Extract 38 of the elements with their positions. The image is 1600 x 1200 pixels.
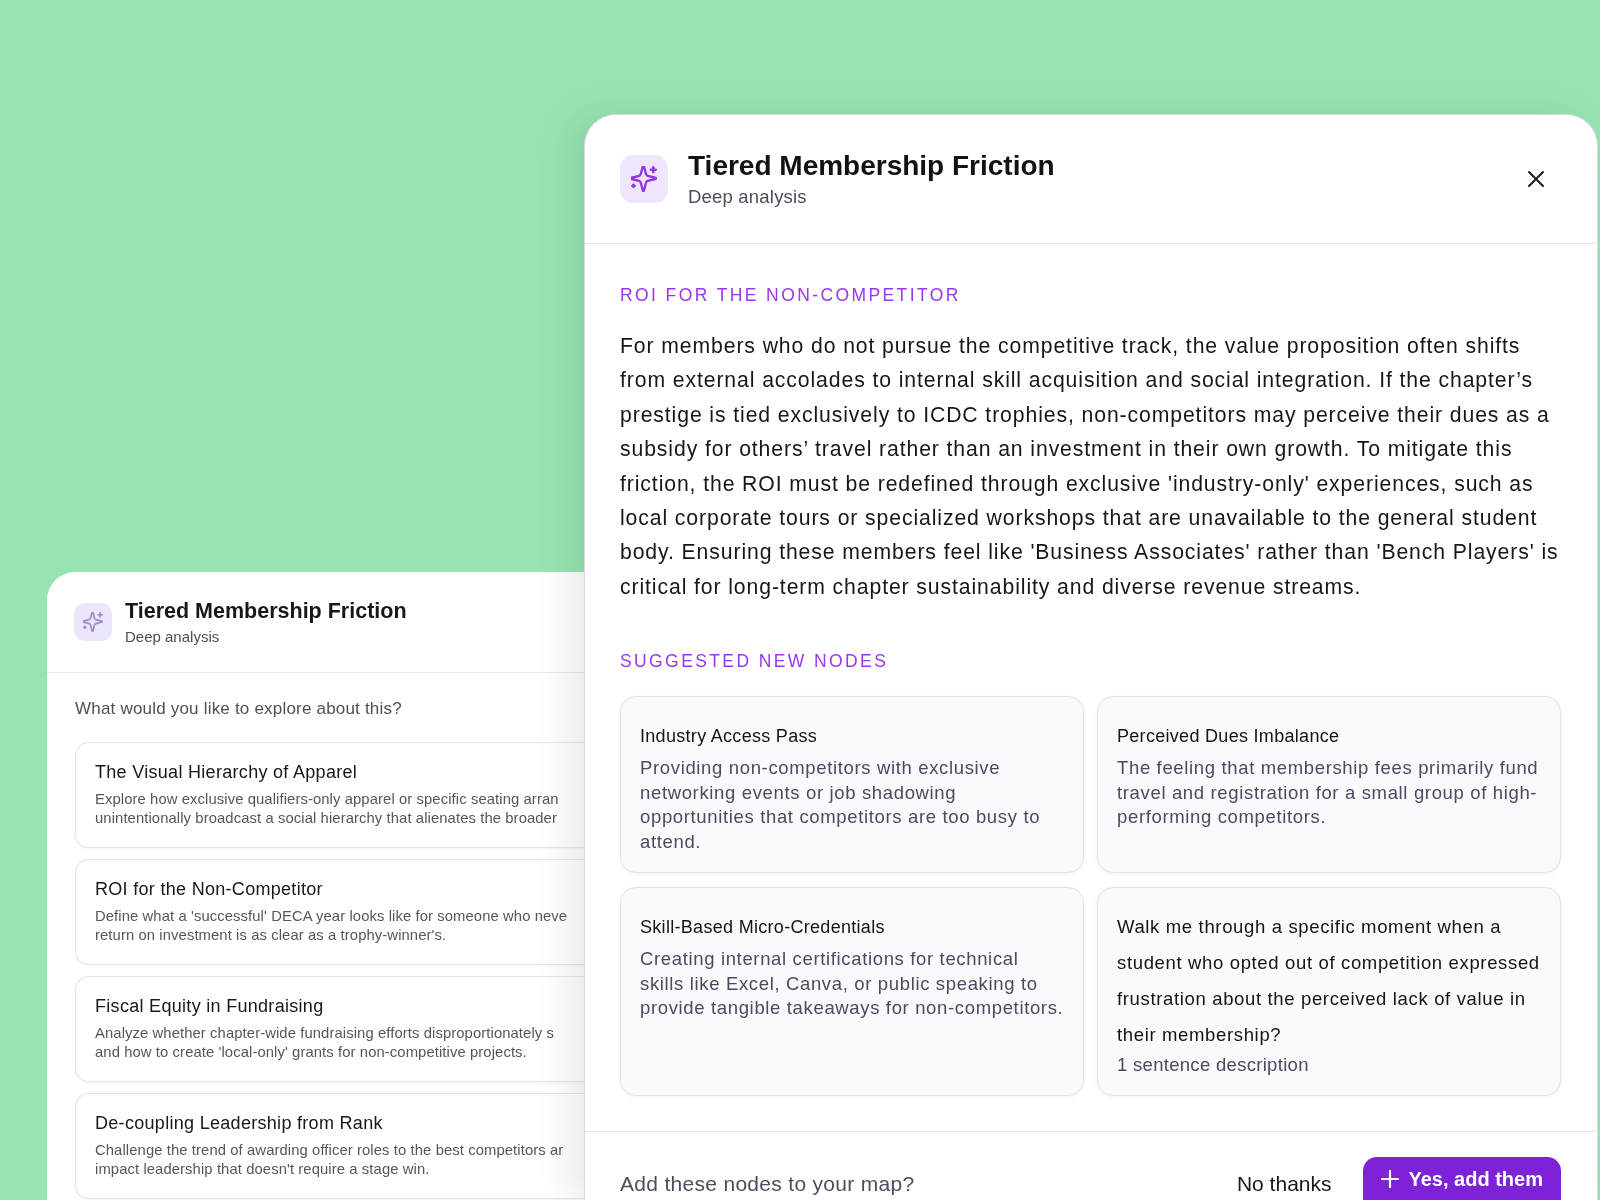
section-heading: ROI FOR THE NON-COMPETITOR (620, 284, 962, 306)
dialog-subtitle: Deep analysis (688, 185, 808, 209)
option-title: The Visual Hierarchy of Apparel (95, 761, 359, 784)
option-title: ROI for the Non-Competitor (95, 878, 324, 901)
option-description-line: and how to create 'local-only' grants for non-competitive projects. (95, 1043, 528, 1062)
node-title: Industry Access Pass (640, 725, 819, 749)
question-text: Walk me through a specific moment when a student who opted out of competition expressed frustration about the perceived lack of value in their membership? (1117, 915, 1541, 1048)
option-description-line: impact leadership that doesn't require a stage win. (95, 1160, 431, 1179)
option-description-line: Define what a 'successful' DECA year looks like for someone who neve (95, 907, 569, 926)
option-description-line: Analyze whether chapter-wide fundraising efforts disproportionately s (95, 1024, 555, 1043)
section-heading: SUGGESTED NEW NODES (620, 650, 890, 673)
option-description-line: Explore how exclusive qualifiers-only apparel or specific seating arran (95, 790, 560, 809)
dialog-title: Tiered Membership Friction (688, 149, 1055, 183)
node-description: The feeling that membership fees primarily fund travel and registration for a small group of high-performing competitors. (1117, 756, 1540, 830)
panel-subtitle: Deep analysis (125, 626, 221, 647)
sparkle-icon (74, 603, 112, 641)
plus-icon (1380, 1170, 1399, 1188)
option-description-line: unintentionally broadcast a social hierarchy that alienates the broader (95, 809, 558, 828)
option-title: De-coupling Leadership from Rank (95, 1112, 384, 1135)
node-description: Creating internal certifications for technical skills like Excel, Canva, or public speaking to provide tangible takeaways for non-competitors. (640, 947, 1064, 1021)
node-title: Perceived Dues Imbalance (1117, 725, 1341, 749)
analysis-paragraph: For members who do not pursue the competitive track, the value proposition often shifts from external accolades to internal skill acquisition and social integration. If the chapter’s prestige is tied exclusively to ICDC trophies, non-competitors may perceive their dues as a subsidy for others’ travel rather than an investment in their own growth. To mitigate this friction, the ROI must be redefined through exclusive 'industry-only' experiences, such as local corporate tours or specialized workshops that are unavailable to the general student body. Ensuring these members feel like 'Business Associates' rather than 'Bench Players' is critical for long-term chapter sustainability and diverse revenue streams. (620, 333, 1560, 601)
option-card[interactable]: The Visual Hierarchy of Apparel Explore how exclusive qualifiers-only apparel or specific seating arran unintentionally broadcast a social hierarchy that alienates the broader (75, 742, 584, 848)
no-thanks-button[interactable]: No thanks (1228, 1169, 1340, 1199)
panel-title: Tiered Membership Friction (125, 597, 407, 624)
option-card[interactable]: De-coupling Leadership from Rank Challenge the trend of awarding officer roles to the best competitors ar impact leadership that doesn't require a stage win. (75, 1093, 584, 1199)
node-description: Providing non-competitors with exclusive networking events or job shadowing opportunities that competitors are too busy to attend. (640, 756, 1042, 854)
option-description-line: Challenge the trend of awarding officer roles to the best competitors ar (95, 1141, 565, 1160)
option-card[interactable]: ROI for the Non-Competitor Define what a 'successful' DECA year looks like for someone who neve return on investment is as clear as a trophy-winner's. (75, 859, 584, 965)
option-title: Fiscal Equity in Fundraising (95, 995, 325, 1018)
prompt-text: What would you like to explore about this? (75, 698, 403, 720)
footer-question: Add these nodes to your map? (620, 1171, 915, 1197)
option-card[interactable]: Fiscal Equity in Fundraising Analyze whether chapter-wide fundraising efforts disproportionately s and how to create 'local-only' grants for non-competitive projects. (75, 976, 584, 1082)
add-nodes-button[interactable]: Yes, add them (1362, 1157, 1561, 1200)
option-description-line: return on investment is as clear as a trophy-winner's. (95, 926, 448, 945)
node-title: Skill-Based Micro-Credentials (640, 916, 886, 940)
sparkle-icon (620, 155, 668, 203)
description-field[interactable]: 1 sentence description (1117, 1053, 1541, 1078)
